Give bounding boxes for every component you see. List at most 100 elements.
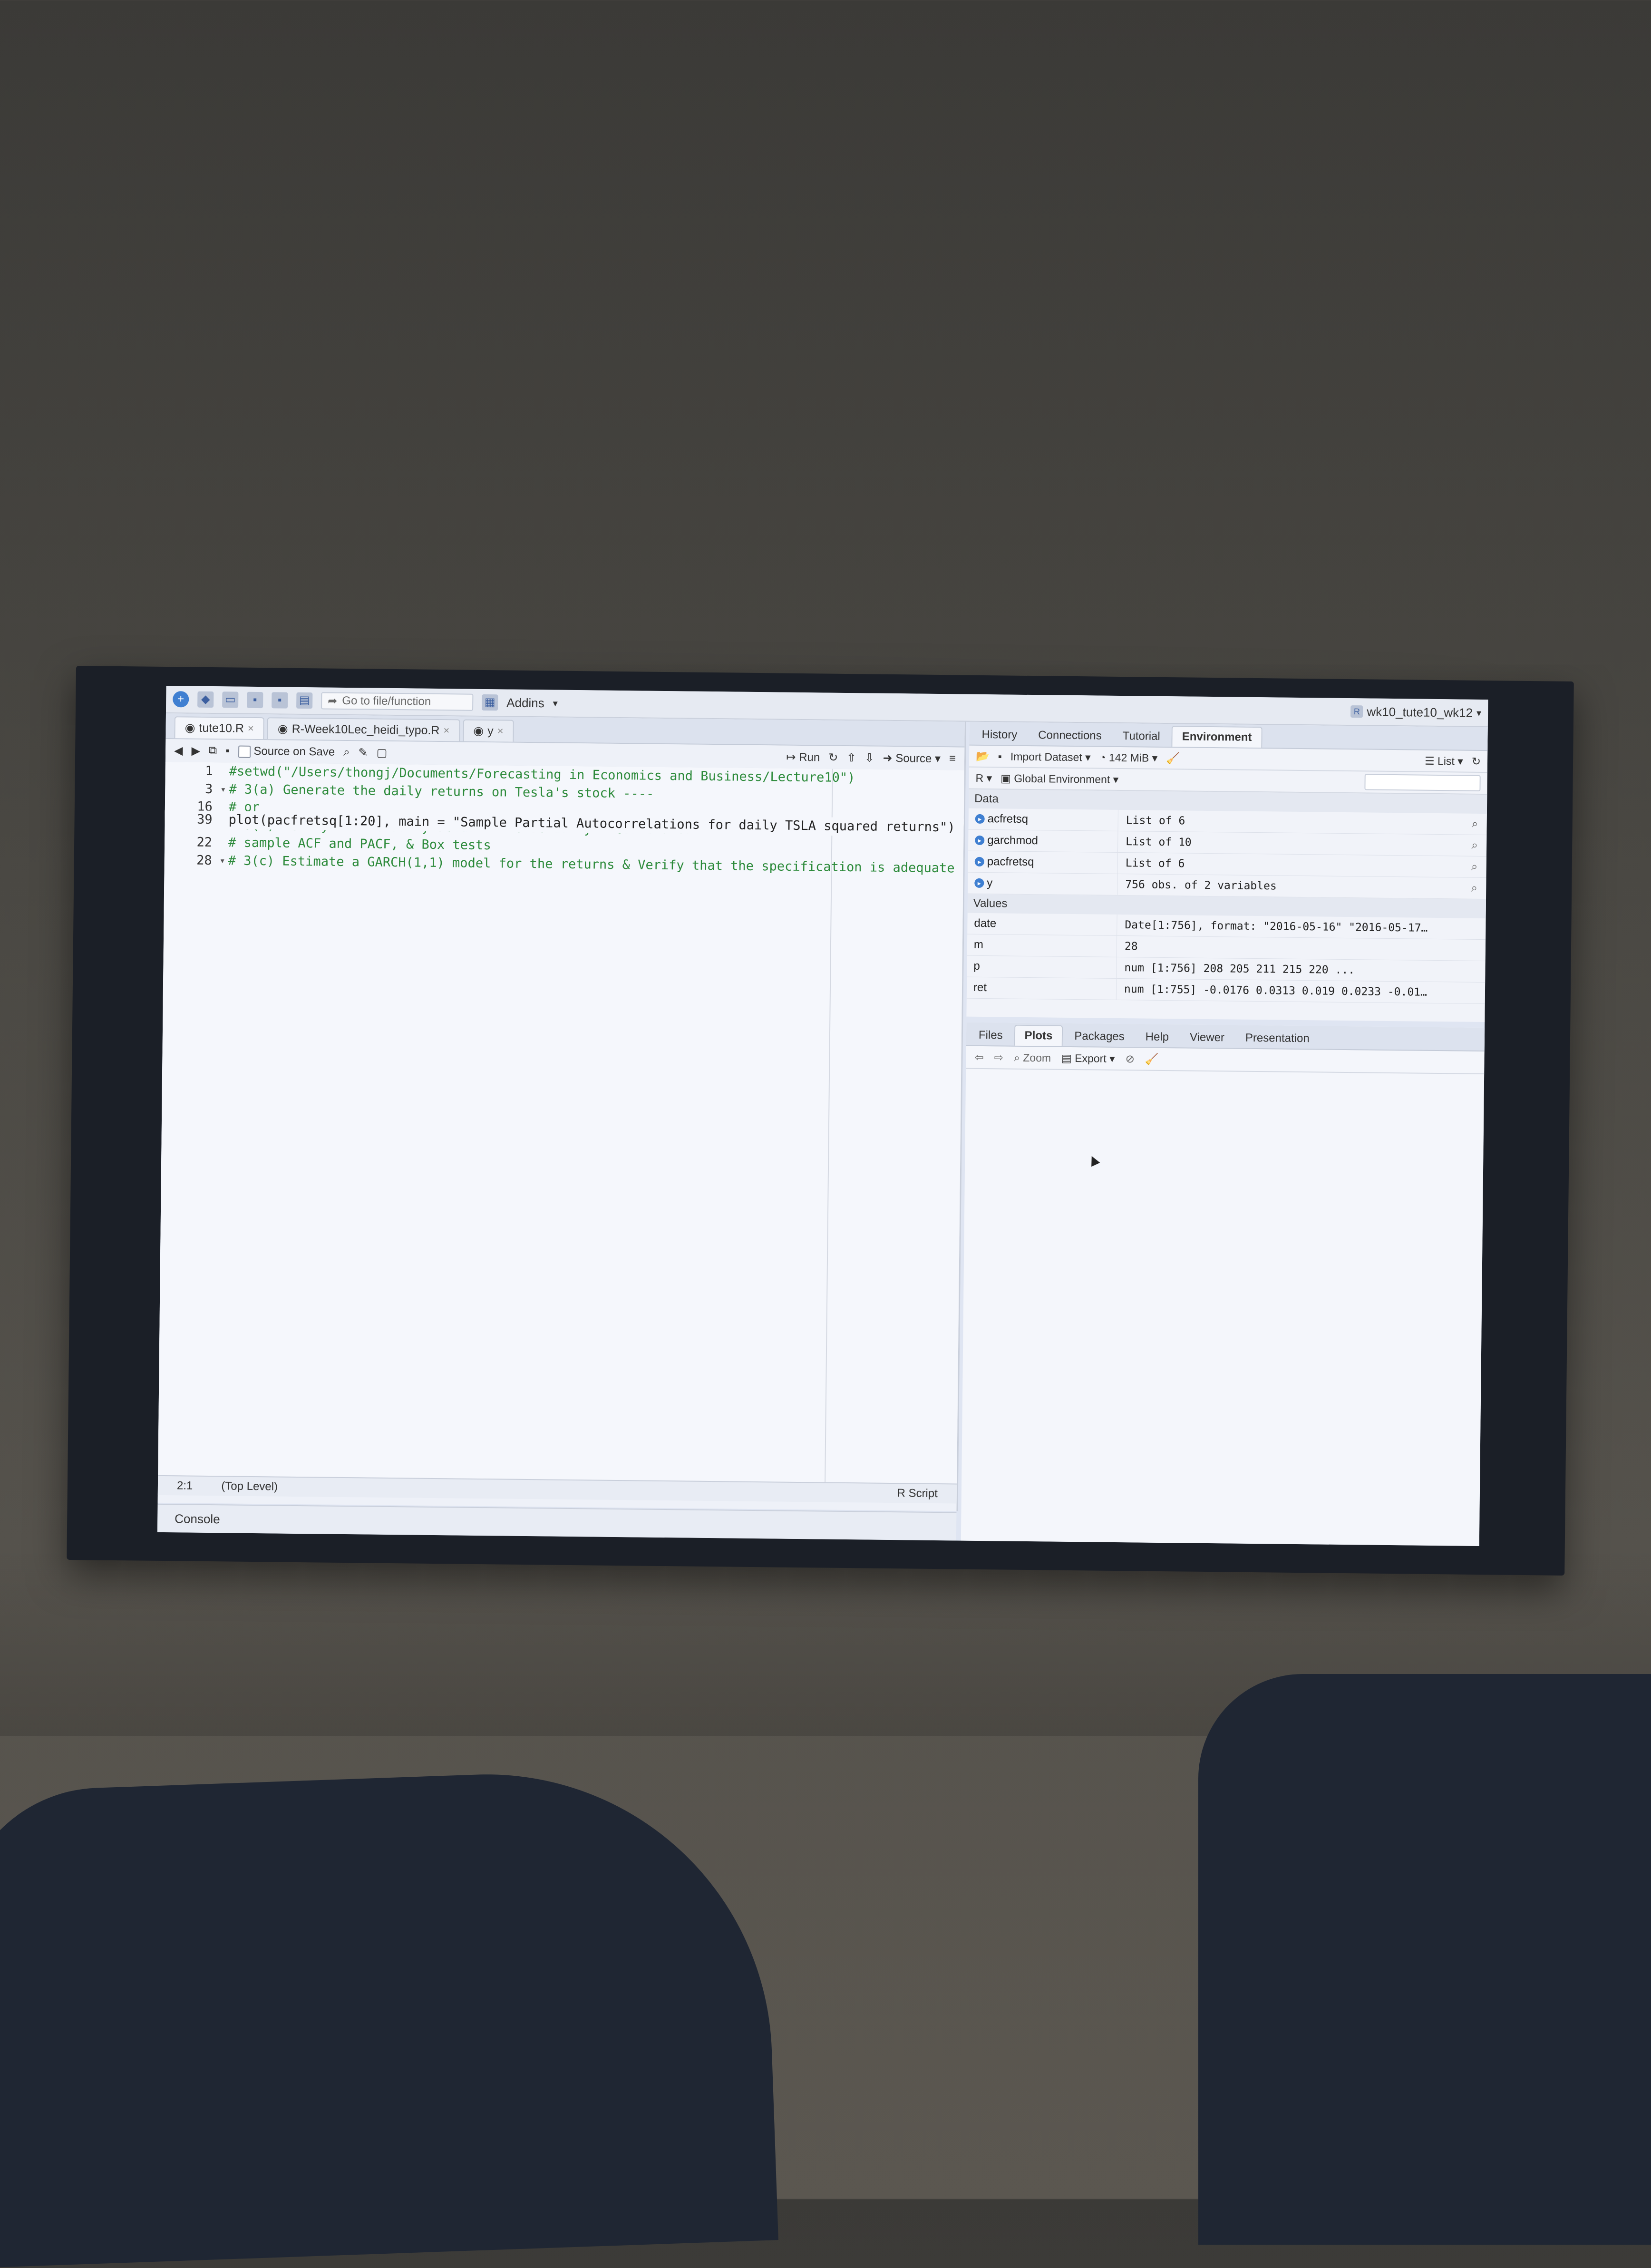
margin-guide bbox=[825, 769, 833, 1482]
code-text: # sample ACF and PACF, & Box tests bbox=[228, 834, 491, 854]
code-editor[interactable]: 1#setwd("/Users/thongj/Documents/Forecas… bbox=[158, 762, 964, 1484]
run-button[interactable]: ↦ Run bbox=[786, 750, 820, 764]
refresh-icon[interactable]: ↻ bbox=[1472, 755, 1481, 768]
environment-tab[interactable]: Connections bbox=[1029, 725, 1111, 746]
compile-report-icon[interactable]: ▢ bbox=[377, 746, 388, 759]
env-row-name: m bbox=[974, 938, 983, 952]
save-file-icon[interactable]: ▪ bbox=[225, 744, 230, 758]
forward-icon[interactable]: ▶ bbox=[191, 744, 200, 758]
chevron-down-icon: ▾ bbox=[553, 697, 558, 709]
rerun-icon[interactable]: ↻ bbox=[828, 750, 838, 764]
env-row-name: acfretsq bbox=[988, 812, 1029, 826]
project-name: wk10_tute10_wk12 bbox=[1367, 704, 1473, 720]
previous-plot-icon[interactable]: ⇦ bbox=[974, 1051, 984, 1063]
expand-icon[interactable]: ▸ bbox=[975, 814, 985, 824]
project-icon: R bbox=[1350, 705, 1363, 718]
load-workspace-icon[interactable]: 📂 bbox=[976, 750, 990, 762]
up-arrow-icon[interactable]: ⇧ bbox=[846, 750, 856, 764]
environment-tab[interactable]: Tutorial bbox=[1113, 726, 1170, 747]
line-number: 3 bbox=[165, 779, 217, 798]
line-number: 39 bbox=[165, 810, 217, 829]
file-type-selector[interactable]: R Script bbox=[897, 1487, 938, 1500]
memory-usage[interactable]: ◔ 142 MiB ▾ bbox=[1099, 751, 1158, 764]
fold-icon bbox=[217, 762, 229, 780]
view-icon[interactable]: ⌕ bbox=[1462, 882, 1486, 896]
source-button[interactable]: ➜ Source ▾ bbox=[883, 751, 941, 765]
env-row-name-cell: date bbox=[967, 913, 1117, 935]
env-row-value: Date[1:756], format: "2016-05-16" "2016-… bbox=[1117, 919, 1462, 935]
files-tab[interactable]: Help bbox=[1136, 1027, 1178, 1047]
fold-icon[interactable]: ▾ bbox=[217, 852, 228, 870]
clear-plots-icon[interactable]: 🧹 bbox=[1145, 1052, 1159, 1065]
files-pane: FilesPlotsPackagesHelpViewerPresentation… bbox=[961, 1022, 1485, 1546]
source-on-save-label: Source on Save bbox=[253, 745, 335, 759]
r-file-icon: ◉ bbox=[278, 721, 288, 736]
view-icon[interactable]: ⌕ bbox=[1463, 839, 1486, 853]
memory-label: 142 MiB bbox=[1109, 751, 1149, 764]
save-all-icon[interactable]: ▪ bbox=[272, 692, 288, 708]
scope-dropdown[interactable]: ▣ Global Environment ▾ bbox=[1000, 772, 1118, 786]
files-tab[interactable]: Plots bbox=[1014, 1025, 1063, 1046]
scope-selector[interactable]: (Top Level) bbox=[221, 1480, 278, 1493]
environment-search-input[interactable] bbox=[1364, 774, 1480, 791]
editor-tab[interactable]: ◉tute10.R× bbox=[174, 716, 264, 739]
view-mode-button[interactable]: ☰ List ▾ bbox=[1425, 754, 1463, 768]
save-icon[interactable]: ▪ bbox=[247, 692, 263, 708]
files-tab[interactable]: Packages bbox=[1065, 1026, 1134, 1047]
line-number: 1 bbox=[165, 762, 218, 780]
search-icon[interactable]: ⌕ bbox=[343, 746, 350, 759]
save-workspace-icon[interactable]: ▪ bbox=[998, 750, 1002, 763]
code-tools-icon[interactable]: ✎ bbox=[358, 746, 368, 759]
print-icon[interactable]: ▤ bbox=[296, 692, 312, 709]
broom-icon[interactable]: 🧹 bbox=[1166, 752, 1180, 765]
back-icon[interactable]: ◀ bbox=[174, 744, 183, 758]
close-icon[interactable]: × bbox=[248, 722, 254, 735]
fold-icon bbox=[217, 811, 228, 829]
down-arrow-icon[interactable]: ⇩ bbox=[864, 751, 874, 765]
source-on-save-toggle[interactable]: Source on Save bbox=[238, 745, 335, 759]
env-row-value: 28 bbox=[1117, 940, 1462, 956]
expand-icon[interactable]: ▸ bbox=[975, 836, 984, 845]
view-icon[interactable]: ⌕ bbox=[1463, 818, 1487, 831]
outline-icon[interactable]: ≡ bbox=[949, 752, 956, 765]
view-mode-label: List bbox=[1437, 754, 1455, 767]
expand-icon[interactable]: ▸ bbox=[975, 857, 984, 866]
new-file-icon[interactable]: + bbox=[173, 691, 189, 707]
language-selector[interactable]: R ▾ bbox=[975, 771, 992, 784]
env-row-name: pacfretsq bbox=[987, 855, 1034, 869]
environment-tab[interactable]: History bbox=[972, 725, 1027, 745]
close-icon[interactable]: × bbox=[443, 724, 449, 737]
files-tab[interactable]: Files bbox=[969, 1025, 1012, 1046]
env-row-name-cell: m bbox=[967, 934, 1117, 957]
fold-icon bbox=[217, 834, 228, 852]
env-row-name-cell: ▸y bbox=[968, 873, 1117, 895]
zoom-button[interactable]: ⌕ Zoom bbox=[1014, 1051, 1051, 1064]
show-in-window-icon[interactable]: ⧉ bbox=[209, 744, 217, 758]
addins-menu[interactable]: Addins bbox=[506, 695, 544, 711]
environment-tab[interactable]: Environment bbox=[1172, 726, 1263, 748]
export-button[interactable]: ▤ Export ▾ bbox=[1061, 1051, 1115, 1065]
cursor-position: 2:1 bbox=[177, 1479, 193, 1492]
view-icon[interactable]: ⌕ bbox=[1463, 860, 1486, 874]
import-dataset-button[interactable]: Import Dataset ▾ bbox=[1010, 750, 1091, 764]
editor-tab[interactable]: ◉R-Week10Lec_heidi_typo.R× bbox=[267, 717, 460, 741]
checkbox-icon bbox=[238, 745, 251, 758]
files-tab[interactable]: Presentation bbox=[1236, 1028, 1319, 1049]
grid-icon[interactable]: ▦ bbox=[482, 694, 498, 711]
editor-tab[interactable]: ◉y× bbox=[463, 720, 514, 742]
close-icon[interactable]: × bbox=[497, 725, 504, 737]
remove-plot-icon[interactable]: ⊘ bbox=[1126, 1052, 1135, 1065]
files-tab[interactable]: Viewer bbox=[1180, 1027, 1234, 1048]
chevron-down-icon: ▾ bbox=[1476, 707, 1481, 719]
rstudio-window: + ◆ ▭ ▪ ▪ ▤ ➦ Go to file/function ▦ Addi… bbox=[157, 686, 1488, 1546]
fold-icon[interactable]: ▾ bbox=[217, 780, 229, 798]
expand-icon[interactable]: ▸ bbox=[974, 878, 984, 888]
new-project-icon[interactable]: ◆ bbox=[197, 691, 214, 708]
next-plot-icon[interactable]: ⇨ bbox=[994, 1051, 1004, 1064]
env-row-value: List of 10 bbox=[1118, 836, 1463, 852]
open-file-icon[interactable]: ▭ bbox=[222, 691, 238, 708]
project-menu[interactable]: R wk10_tute10_wk12 ▾ bbox=[1350, 704, 1481, 720]
env-row-value: List of 6 bbox=[1118, 814, 1463, 830]
plots-toolbar: ⇦ ⇨ ⌕ Zoom ▤ Export ▾ ⊘ 🧹 bbox=[966, 1046, 1484, 1074]
goto-file-input[interactable]: ➦ Go to file/function bbox=[321, 692, 473, 711]
